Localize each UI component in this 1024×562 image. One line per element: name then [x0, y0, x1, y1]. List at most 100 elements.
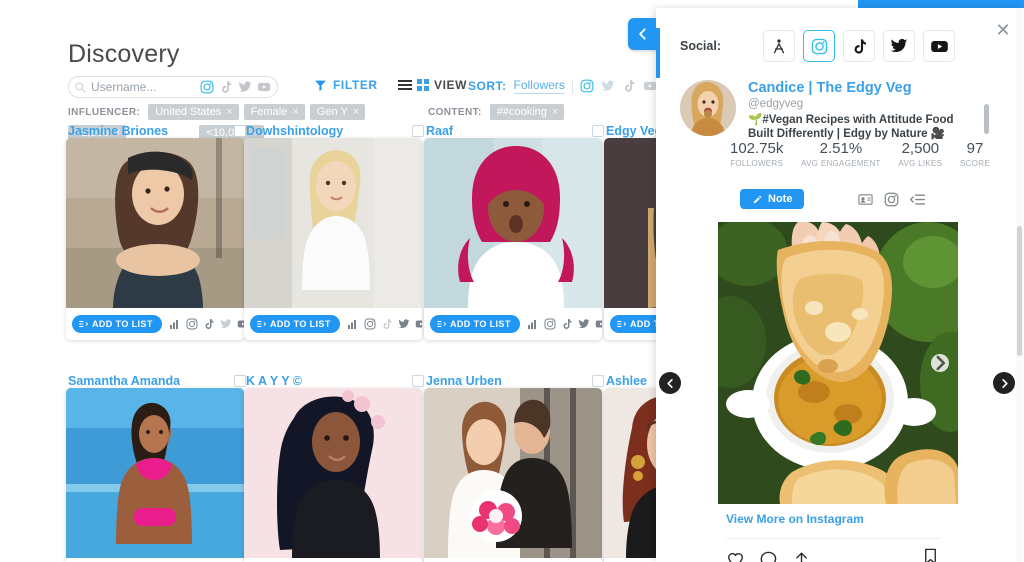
- influencer-card[interactable]: ADD TO LIST: [244, 388, 422, 562]
- card-thumbnail[interactable]: [66, 138, 244, 308]
- filter-chip[interactable]: Gen Y ×: [309, 104, 366, 120]
- twitter-icon[interactable]: [398, 318, 410, 330]
- instagram-icon[interactable]: [186, 318, 198, 330]
- card-name-link[interactable]: Dowhshintology: [246, 124, 343, 138]
- grid-view-icon[interactable]: [417, 79, 429, 91]
- close-icon[interactable]: ×: [226, 106, 232, 118]
- card-thumbnail[interactable]: [244, 388, 422, 558]
- view-button[interactable]: VIEW: [398, 78, 467, 92]
- panel-scrollbar-thumb[interactable]: [1017, 226, 1022, 356]
- add-to-list-button[interactable]: ADD TO LIST: [430, 315, 520, 333]
- bio-scrollbar-thumb[interactable]: [984, 104, 989, 134]
- panel-toggle-button[interactable]: [628, 18, 656, 50]
- contact-card-icon[interactable]: [858, 192, 874, 207]
- next-media-button[interactable]: [931, 354, 949, 372]
- avatar[interactable]: [680, 80, 736, 136]
- filter-chip[interactable]: United States ×: [148, 104, 239, 120]
- filter-button[interactable]: FILTER: [314, 78, 378, 92]
- person-icon[interactable]: [763, 30, 795, 62]
- instagram-icon[interactable]: [580, 79, 594, 93]
- twitter-icon[interactable]: [238, 80, 252, 94]
- youtube-icon[interactable]: [257, 80, 271, 94]
- instagram-icon[interactable]: [200, 80, 214, 94]
- add-to-list-button[interactable]: ADD TO LIST: [72, 315, 162, 333]
- tiktok-icon[interactable]: [381, 318, 393, 330]
- tiktok-icon[interactable]: [843, 30, 875, 62]
- twitter-icon[interactable]: [578, 318, 590, 330]
- filter-chip[interactable]: Female ×: [243, 104, 305, 120]
- influencer-card[interactable]: ADD TO LIST: [244, 138, 422, 340]
- tiktok-icon[interactable]: [203, 318, 215, 330]
- post-image[interactable]: [718, 222, 958, 504]
- add-to-list-icon: [257, 321, 266, 327]
- youtube-icon[interactable]: [923, 30, 955, 62]
- tiktok-icon[interactable]: [561, 318, 573, 330]
- youtube-icon[interactable]: [237, 318, 244, 330]
- card-name-link[interactable]: Ashlee: [606, 374, 647, 388]
- note-button[interactable]: Note: [740, 189, 805, 209]
- influencer-card[interactable]: ADD TO LIST: [424, 138, 602, 340]
- instagram-icon[interactable]: [544, 318, 556, 330]
- share-icon[interactable]: [792, 550, 811, 562]
- filter-chip[interactable]: ##cooking ×: [489, 104, 565, 120]
- prev-result-button[interactable]: [659, 372, 681, 394]
- card-select-checkbox[interactable]: [592, 125, 604, 137]
- analytics-icon[interactable]: [169, 318, 181, 330]
- card-name-link[interactable]: Edgy Veg: [606, 124, 656, 138]
- influencer-card[interactable]: ADD TO LIST: [604, 388, 656, 562]
- youtube-icon[interactable]: [415, 318, 422, 330]
- influencer-card[interactable]: ADD TO LIST: [66, 388, 244, 562]
- instagram-icon[interactable]: [803, 30, 835, 62]
- card-thumbnail[interactable]: [604, 138, 656, 308]
- analytics-icon[interactable]: [347, 318, 359, 330]
- sort-control[interactable]: SORT: Followers: [468, 78, 656, 94]
- card-thumbnail[interactable]: [604, 388, 656, 558]
- card-select-checkbox[interactable]: [412, 375, 424, 387]
- influencer-card[interactable]: ADD TO LIST: [66, 138, 244, 340]
- youtube-icon[interactable]: [643, 79, 656, 93]
- close-icon[interactable]: ×: [292, 106, 298, 118]
- analytics-icon[interactable]: [527, 318, 539, 330]
- card-thumbnail[interactable]: [244, 138, 422, 308]
- instagram-icon[interactable]: [364, 318, 376, 330]
- youtube-icon[interactable]: [595, 318, 602, 330]
- list-view-icon[interactable]: [398, 80, 412, 90]
- profile-name[interactable]: Candice | The Edgy Veg: [748, 80, 976, 97]
- twitter-icon[interactable]: [883, 30, 915, 62]
- close-icon[interactable]: ×: [353, 106, 359, 118]
- bookmark-icon[interactable]: [921, 547, 940, 562]
- card-select-checkbox[interactable]: [234, 125, 246, 137]
- comment-icon[interactable]: [759, 550, 778, 562]
- search-input[interactable]: [91, 80, 200, 94]
- sort-value[interactable]: Followers: [513, 78, 565, 94]
- card-name-link[interactable]: K A Y Y ©: [246, 374, 302, 388]
- twitter-icon[interactable]: [220, 318, 232, 330]
- add-to-list-button[interactable]: ADD TO LIST: [610, 315, 656, 333]
- top-progress-bar: [858, 0, 1024, 8]
- card-name-link[interactable]: Raaf: [426, 124, 453, 138]
- card-thumbnail[interactable]: [424, 138, 602, 308]
- like-heart-icon[interactable]: [726, 550, 745, 562]
- card-name-link[interactable]: Jenna Urben: [426, 374, 502, 388]
- card-thumbnail[interactable]: [66, 388, 244, 558]
- search-box[interactable]: [68, 76, 278, 98]
- add-to-list-button[interactable]: ADD TO LIST: [250, 315, 340, 333]
- tiktok-icon[interactable]: [219, 80, 233, 94]
- view-more-on-instagram-link[interactable]: View More on Instagram: [726, 512, 864, 526]
- card-name-link[interactable]: Jasmine Briones: [68, 124, 168, 138]
- list-add-icon[interactable]: [910, 192, 926, 207]
- card-name-link[interactable]: Samantha Amanda: [68, 374, 180, 388]
- next-result-button[interactable]: [993, 372, 1015, 394]
- card-thumbnail[interactable]: [424, 388, 602, 558]
- tiktok-icon[interactable]: [622, 79, 636, 93]
- influencer-filter-label: INFLUENCER:: [68, 107, 141, 118]
- card-select-checkbox[interactable]: [412, 125, 424, 137]
- influencer-card[interactable]: ADD TO LIST: [424, 388, 602, 562]
- close-icon[interactable]: ×: [552, 106, 558, 118]
- profile-bio: 🌱#Vegan Recipes with Attitude Food Built…: [748, 114, 954, 140]
- card-select-checkbox[interactable]: [234, 375, 246, 387]
- card-select-checkbox[interactable]: [592, 375, 604, 387]
- twitter-icon[interactable]: [601, 79, 615, 93]
- instagram-icon[interactable]: [884, 192, 899, 207]
- influencer-card[interactable]: ADD TO LIST: [604, 138, 656, 340]
